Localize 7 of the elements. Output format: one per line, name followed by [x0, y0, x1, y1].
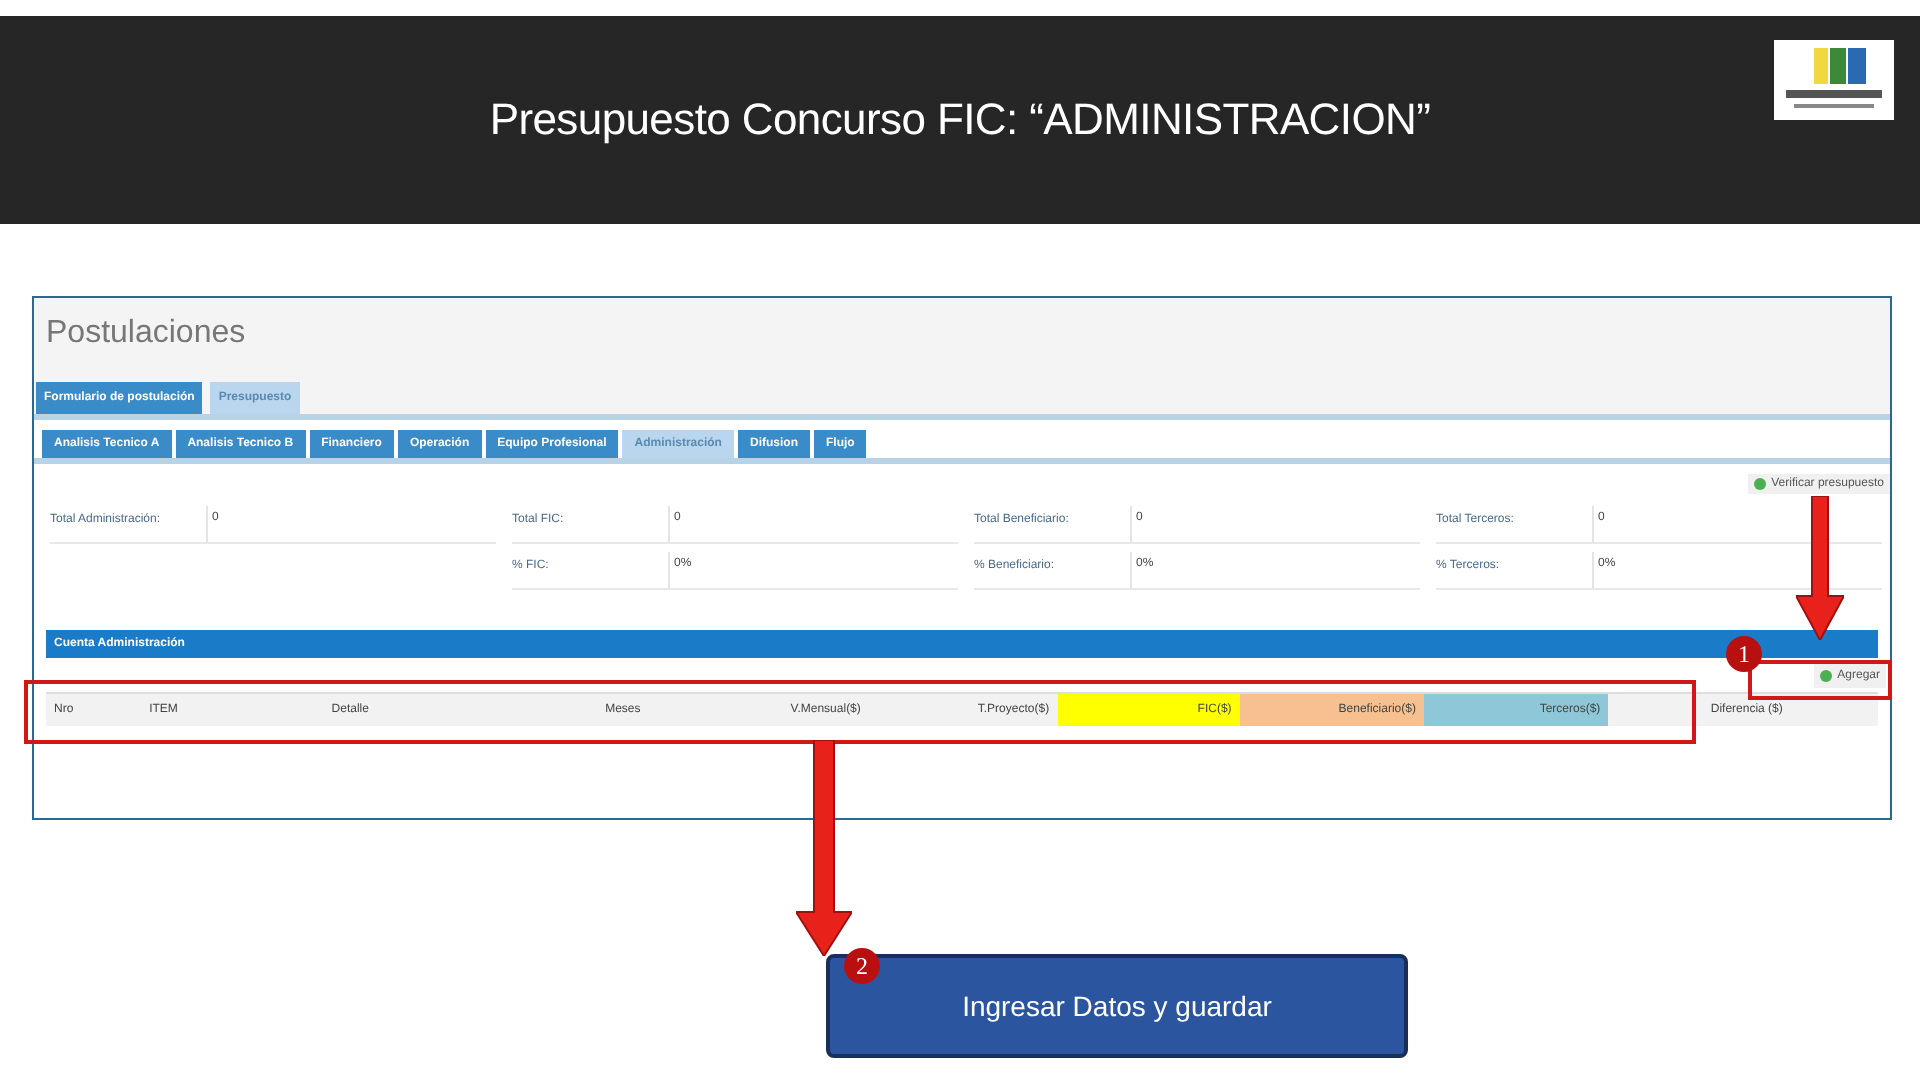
logo-icon [1774, 40, 1894, 120]
highlight-frame [1748, 660, 1892, 700]
arrow [1796, 496, 1844, 640]
number-badge: 2 [844, 948, 880, 984]
plus-icon [1819, 670, 1832, 682]
slide-title: Presupuesto Concurso FIC: “ADMINISTRACION” [489, 94, 1431, 146]
page-title: Postulaciones [46, 316, 246, 350]
